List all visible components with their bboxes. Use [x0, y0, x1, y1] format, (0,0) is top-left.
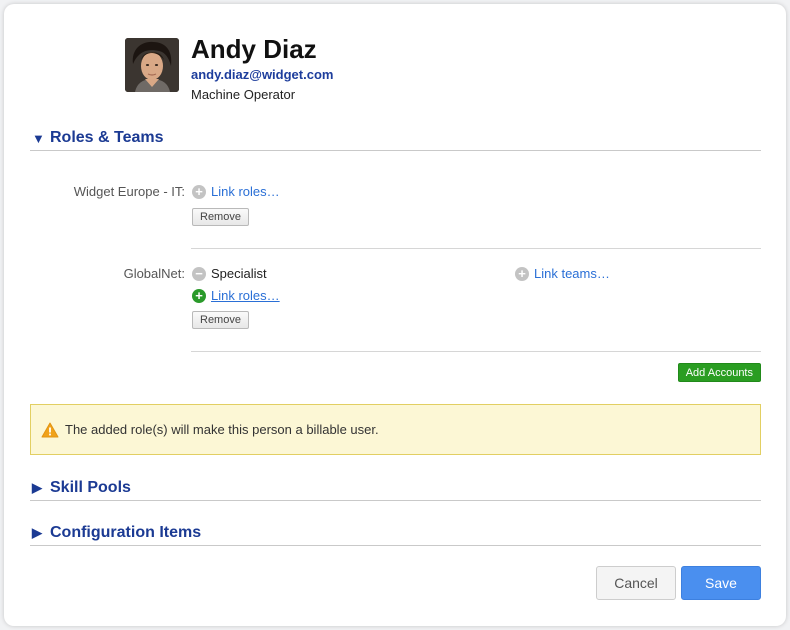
section-divider: [30, 545, 761, 546]
person-name: Andy Diaz: [191, 34, 317, 64]
account-label-globalnet: GlobalNet:: [123, 266, 185, 281]
plus-circle-icon: +: [192, 288, 206, 303]
person-edit-card: Andy Diaz andy.diaz@widget.com Machine O…: [4, 4, 786, 626]
section-title: Skill Pools: [50, 479, 131, 496]
plus-circle-icon: +: [515, 266, 529, 281]
role-name: Specialist: [211, 266, 267, 281]
account-label-widget-europe: Widget Europe - IT:: [73, 184, 185, 199]
minus-circle-icon[interactable]: −: [192, 266, 206, 281]
avatar-image: [125, 38, 179, 92]
link-roles-widget-europe[interactable]: + Link roles…: [192, 184, 280, 199]
warning-text: The added role(s) will make this person …: [65, 422, 379, 437]
add-accounts-button[interactable]: Add Accounts: [677, 363, 761, 382]
account-divider: [191, 351, 761, 352]
triangle-right-icon: ▶: [32, 525, 42, 540]
section-divider: [30, 150, 761, 151]
plus-circle-icon: +: [192, 184, 206, 199]
link-roles-globalnet[interactable]: + Link roles…: [192, 288, 280, 303]
save-button[interactable]: Save: [681, 566, 761, 600]
link-teams-globalnet[interactable]: + Link teams…: [515, 266, 610, 281]
person-email[interactable]: andy.diaz@widget.com: [191, 67, 333, 82]
section-title: Roles & Teams: [50, 129, 164, 146]
account-divider: [191, 248, 761, 249]
triangle-right-icon: ▶: [32, 480, 42, 495]
section-title: Configuration Items: [50, 524, 202, 541]
role-item-specialist: − Specialist: [192, 266, 267, 281]
section-divider: [30, 500, 761, 501]
avatar: [125, 38, 179, 92]
remove-account-button[interactable]: Remove: [192, 311, 249, 329]
billable-warning: The added role(s) will make this person …: [30, 404, 761, 455]
section-roles-teams-toggle[interactable]: ▼ Roles & Teams: [32, 128, 164, 148]
triangle-down-icon: ▼: [32, 130, 45, 146]
warning-icon: [41, 422, 59, 437]
remove-account-button[interactable]: Remove: [192, 208, 249, 226]
cancel-button[interactable]: Cancel: [596, 566, 676, 600]
person-job-title: Machine Operator: [191, 87, 296, 102]
section-configuration-items-toggle[interactable]: ▶ Configuration Items: [32, 523, 201, 543]
section-skill-pools-toggle[interactable]: ▶ Skill Pools: [32, 478, 131, 498]
